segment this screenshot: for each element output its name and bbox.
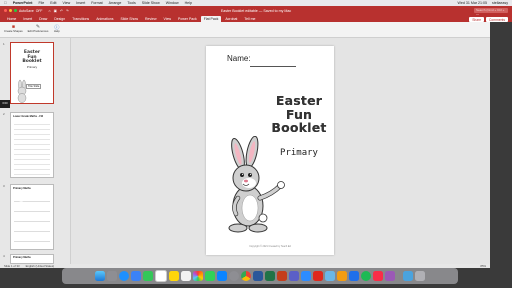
preview-icon[interactable] (324, 271, 335, 281)
macos-dock (62, 268, 458, 284)
bunny-illustration[interactable] (216, 136, 290, 236)
name-label[interactable]: Name: (227, 54, 251, 63)
thumb-title: Primary Maths (13, 187, 31, 190)
reminders-icon[interactable] (180, 271, 191, 281)
slide-number: 4 (3, 254, 5, 258)
slide-title-line: Fun (285, 106, 313, 122)
slide-thumbnail-3[interactable]: Primary Maths (10, 184, 54, 250)
slide-number: 2 (3, 112, 5, 116)
thumb-title: Primary Maths (13, 256, 31, 259)
finder-icon[interactable] (94, 271, 105, 281)
powerpoint-icon[interactable] (276, 271, 287, 281)
help-label: Help (53, 29, 60, 33)
podcasts-icon[interactable] (384, 271, 395, 281)
word-icon[interactable] (252, 271, 263, 281)
zoom-icon[interactable] (300, 271, 311, 281)
slide-number: 3 (3, 184, 5, 188)
slide-thumbnail-1[interactable]: Easter Fun Booklet Primary (10, 42, 54, 104)
launchpad-icon[interactable] (106, 271, 117, 281)
menu-tools[interactable]: Tools (127, 1, 135, 5)
menu-slideshow[interactable]: Slide Show (142, 1, 160, 5)
zoom-level[interactable]: 85% (480, 264, 490, 268)
mail-icon[interactable] (130, 271, 141, 281)
slide-counter: Slide 1 of 33 (4, 264, 20, 268)
slide-title[interactable]: Easter Fun Booklet (268, 94, 330, 135)
facetime-icon[interactable] (204, 271, 215, 281)
desktop-strip (490, 22, 512, 268)
photos-icon[interactable] (192, 271, 203, 281)
excel-icon[interactable] (264, 271, 275, 281)
thumb-worksheet-circles (14, 192, 50, 247)
settings-icon[interactable] (228, 271, 239, 281)
dock-separator (398, 271, 400, 281)
downloads-icon[interactable] (403, 271, 414, 281)
ribbon-tabs: Home Insert Draw Design Transitions Anim… (0, 15, 512, 22)
document-title: Easter Booklet editable — Saved to my Ma… (220, 8, 292, 13)
create-shapes-button[interactable]: ■ Create Shapes (4, 24, 23, 33)
bunny-thumb-icon (17, 79, 27, 103)
ribbon-panel: ■ Create Shapes ✎ Edit Preferences ⓘ Hel… (0, 22, 490, 38)
thumbnail-tooltip: Title Slide (26, 84, 42, 89)
acrobat-icon[interactable] (312, 271, 323, 281)
menu-format[interactable]: Format (91, 1, 102, 5)
messages-icon[interactable] (142, 271, 153, 281)
teams-icon[interactable] (288, 271, 299, 281)
music-icon[interactable] (372, 271, 383, 281)
menu-file[interactable]: File (38, 1, 44, 5)
timer-tag: 0:00 (0, 100, 10, 108)
menu-arrange[interactable]: Arrange (109, 1, 122, 5)
notes-icon[interactable] (168, 271, 179, 281)
copyright-text: Copyright © 2021 Created by Teach Ed (249, 245, 291, 248)
slide-thumbnails-pane[interactable]: 0:00 1 Easter Fun Booklet Primary Title … (0, 38, 71, 264)
appstore-icon[interactable] (216, 271, 227, 281)
slide-number: 1 (3, 42, 5, 46)
slide-thumbnail-2[interactable]: Lower Grade Maths - Fill (10, 112, 54, 178)
chrome-icon[interactable] (240, 271, 251, 281)
name-underline (250, 66, 296, 67)
menu-window[interactable]: Window (166, 1, 179, 5)
slide-title-line: Easter (275, 93, 323, 108)
menu-view[interactable]: View (62, 1, 70, 5)
trash-icon[interactable] (415, 271, 426, 281)
thumb-subtitle: Primary (26, 64, 38, 69)
menu-help[interactable]: Help (185, 1, 192, 5)
window-titlebar: AutoSave OFF ⌂ ▣ ↶ ↷ Easter Booklet edit… (0, 6, 512, 17)
calendar-icon[interactable] (154, 270, 167, 282)
user-name[interactable]: stellaeasy (492, 1, 508, 5)
pages-icon[interactable] (336, 271, 347, 281)
slide-thumbnail-4[interactable]: Primary Maths (10, 254, 54, 264)
app-menu[interactable]: PowerPoint (13, 1, 33, 5)
clock[interactable]: Wed 31 Mar 21:05 (458, 1, 488, 5)
edit-preferences-button[interactable]: ✎ Edit Preferences (28, 24, 49, 33)
thumb-worksheet-lines (14, 120, 50, 175)
slide-title-line: Booklet (271, 120, 327, 135)
create-shapes-label: Create Shapes (4, 29, 23, 33)
edit-preferences-label: Edit Preferences (27, 29, 49, 33)
safari-icon[interactable] (118, 271, 129, 281)
thumb-title: Lower Grade Maths - Fill (13, 115, 44, 118)
keynote-icon[interactable] (348, 271, 359, 281)
language-indicator[interactable]: English (United States) (26, 264, 55, 268)
help-button[interactable]: ⓘ Help (53, 24, 60, 33)
apple-icon[interactable]:  (4, 1, 7, 5)
slide-page[interactable]: Name: Easter Fun Booklet Primary Copyrig… (206, 46, 334, 255)
menu-insert[interactable]: Insert (76, 1, 85, 5)
spotify-icon[interactable] (360, 271, 371, 281)
menu-edit[interactable]: Edit (50, 1, 56, 5)
